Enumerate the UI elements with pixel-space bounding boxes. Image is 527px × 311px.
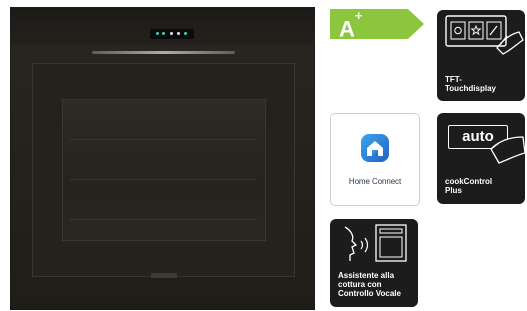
energy-class-text: A+ bbox=[339, 8, 362, 42]
tft-touchdisplay-label: TFT- Touchdisplay bbox=[445, 75, 496, 93]
brand-badge bbox=[151, 273, 177, 278]
cookcontrol-label: cookControl Plus bbox=[445, 177, 493, 195]
oven-display bbox=[150, 29, 194, 39]
oven-product-image bbox=[10, 7, 315, 310]
voice-control-icon bbox=[344, 224, 407, 262]
oven-rack bbox=[70, 139, 256, 140]
oven-control-panel bbox=[10, 7, 315, 45]
energy-class-label: A+ bbox=[330, 8, 424, 42]
feature-cookcontrol-plus: auto cookControl Plus bbox=[437, 113, 525, 204]
voice-control-label: Assistente alla cottura con Controllo Vo… bbox=[338, 271, 401, 298]
feature-tft-touchdisplay: TFT- Touchdisplay bbox=[437, 10, 525, 101]
home-connect-label: Home Connect bbox=[348, 177, 402, 186]
energy-class-suffix: + bbox=[354, 8, 363, 23]
oven-rack bbox=[70, 219, 256, 220]
feature-home-connect: Home Connect bbox=[330, 113, 420, 206]
oven-rack bbox=[70, 179, 256, 180]
touch-display-icon bbox=[445, 15, 524, 55]
energy-class-letter: A bbox=[339, 16, 355, 42]
hand-touch-icon bbox=[490, 136, 525, 164]
home-connect-icon bbox=[361, 134, 389, 162]
oven-handle bbox=[92, 51, 235, 54]
feature-voice-control: Assistente alla cottura con Controllo Vo… bbox=[330, 219, 418, 307]
